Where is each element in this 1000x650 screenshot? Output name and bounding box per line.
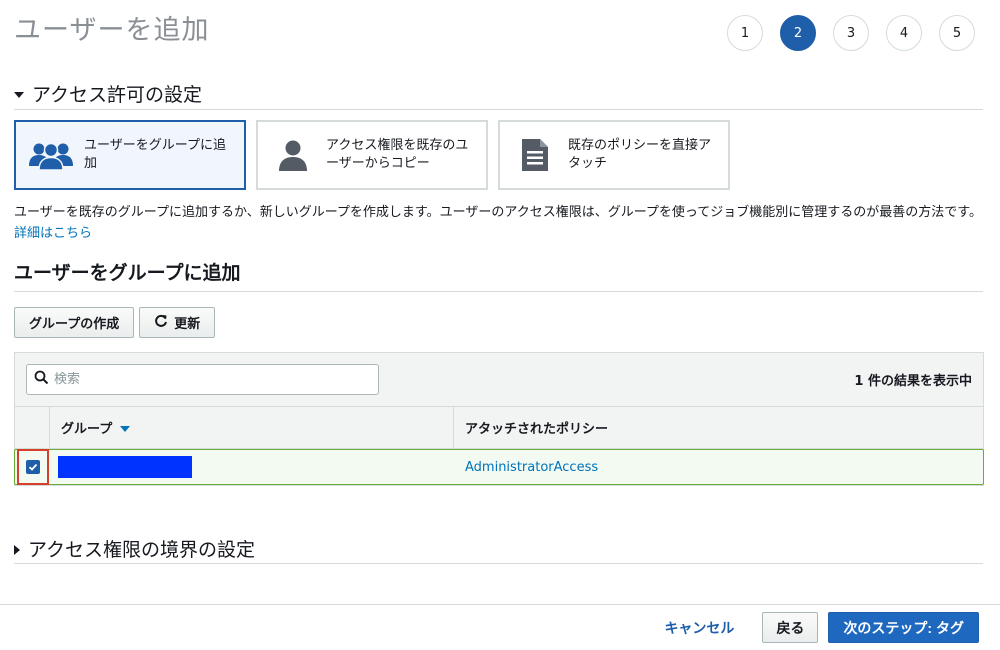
- refresh-label: 更新: [174, 316, 201, 331]
- permission-options: ユーザーをグループに追加 アクセス権限を既存のユーザーからコピー 既存のポリシー…: [14, 120, 730, 190]
- search-icon: [34, 370, 49, 389]
- back-button[interactable]: 戻る: [762, 612, 819, 643]
- search-box[interactable]: [26, 364, 379, 395]
- option-add-to-group[interactable]: ユーザーをグループに追加: [14, 120, 246, 190]
- result-count: 1 件の結果を表示中: [854, 374, 972, 389]
- caret-right-icon: [14, 544, 20, 555]
- step-5[interactable]: 5: [939, 15, 975, 51]
- footer-divider: [0, 604, 1000, 605]
- header-group-label: グループ: [61, 422, 113, 437]
- next-step-button[interactable]: 次のステップ: タグ: [828, 612, 979, 643]
- section-divider: [14, 563, 983, 564]
- users-group-icon: [28, 135, 74, 175]
- groups-table: 1 件の結果を表示中 グループ アタッチされたポリシー Administrato…: [14, 352, 984, 486]
- wizard-steps: 1 2 3 4 5: [727, 15, 975, 51]
- permissions-description: ユーザーを既存のグループに追加するか、新しいグループを作成します。ユーザーのアク…: [14, 202, 984, 244]
- create-group-label: グループの作成: [29, 316, 120, 331]
- option-attach-policies-label: 既存のポリシーを直接アタッチ: [568, 138, 712, 171]
- group-actions: グループの作成 更新: [14, 307, 216, 338]
- details-link[interactable]: 詳細はこちら: [14, 226, 92, 241]
- permissions-section-toggle[interactable]: アクセス許可の設定: [14, 80, 202, 107]
- user-icon: [270, 135, 316, 175]
- step-4[interactable]: 4: [886, 15, 922, 51]
- permissions-heading: アクセス許可の設定: [32, 84, 203, 106]
- header-group[interactable]: グループ: [50, 407, 454, 448]
- section-divider: [14, 291, 983, 292]
- groups-heading: ユーザーをグループに追加: [14, 262, 241, 284]
- option-copy-permissions-label: アクセス権限を既存のユーザーからコピー: [326, 138, 469, 171]
- header-policy-label: アタッチされたポリシー: [465, 422, 609, 437]
- page-title: ユーザーを追加: [14, 15, 210, 46]
- table-toolbar: 1 件の結果を表示中: [15, 353, 983, 407]
- caret-down-icon: [14, 91, 24, 98]
- step-2[interactable]: 2: [780, 15, 816, 51]
- refresh-icon: [154, 314, 168, 331]
- description-text: ユーザーを既存のグループに追加するか、新しいグループを作成します。ユーザーのアク…: [14, 205, 982, 220]
- step-3[interactable]: 3: [833, 15, 869, 51]
- footer-actions: キャンセル 戻る 次のステップ: タグ: [664, 612, 979, 643]
- back-label: 戻る: [776, 619, 805, 636]
- search-input[interactable]: [54, 372, 354, 387]
- section-divider: [14, 109, 983, 110]
- create-group-button[interactable]: グループの作成: [14, 307, 135, 338]
- group-name-cell: [50, 456, 454, 478]
- header-select-column: [15, 407, 50, 448]
- boundary-heading: アクセス権限の境界の設定: [28, 539, 256, 561]
- option-copy-permissions[interactable]: アクセス権限を既存のユーザーからコピー: [256, 120, 488, 190]
- sort-desc-icon[interactable]: [120, 426, 131, 432]
- next-step-label: 次のステップ: タグ: [843, 619, 964, 636]
- step-1[interactable]: 1: [727, 15, 763, 51]
- option-add-to-group-label: ユーザーをグループに追加: [84, 138, 226, 171]
- policy-link[interactable]: AdministratorAccess: [465, 460, 598, 475]
- row-select-cell: [15, 449, 50, 485]
- redacted-group-name: [58, 456, 192, 478]
- table-row[interactable]: AdministratorAccess: [14, 449, 984, 485]
- highlight-box: [17, 449, 49, 485]
- table-header: グループ アタッチされたポリシー: [15, 407, 983, 449]
- cancel-button[interactable]: キャンセル: [664, 618, 734, 638]
- policy-cell: AdministratorAccess: [454, 460, 983, 475]
- document-icon: [512, 135, 558, 175]
- refresh-button[interactable]: 更新: [139, 307, 216, 338]
- boundary-section-toggle[interactable]: アクセス権限の境界の設定: [14, 535, 255, 562]
- header-policy: アタッチされたポリシー: [454, 407, 983, 448]
- option-attach-policies[interactable]: 既存のポリシーを直接アタッチ: [498, 120, 730, 190]
